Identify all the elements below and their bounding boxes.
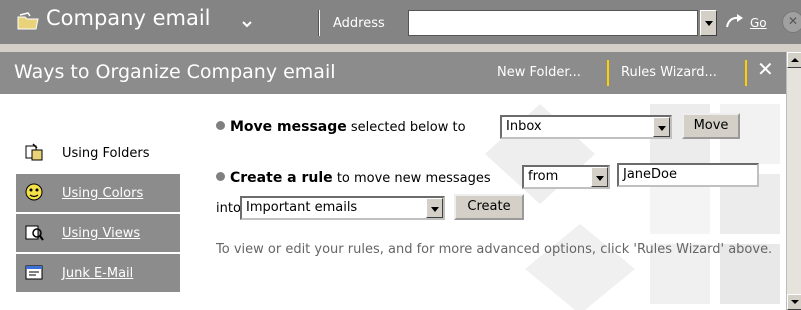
move-folder-select[interactable]: Inbox [500, 115, 672, 139]
rule-target-value: Important emails [246, 200, 358, 215]
address-label: Address [333, 16, 385, 31]
scroll-up-button[interactable] [787, 52, 801, 68]
move-message-text: selected below to [350, 120, 466, 135]
organize-pane: Using Folders Using Colors Using Views J… [0, 94, 786, 310]
create-rule-text: to move new messages [336, 171, 491, 186]
address-dropdown-button[interactable] [700, 10, 717, 36]
rules-info-text: To view or edit your rules, and for more… [216, 242, 773, 257]
go-arrow-icon[interactable] [725, 13, 745, 31]
toolbar-divider [318, 10, 320, 36]
move-folder-value: Inbox [506, 119, 542, 134]
tab-label: Using Folders [62, 146, 150, 161]
rule-condition-value: from [528, 169, 559, 184]
rule-condition-select[interactable]: from [522, 165, 610, 189]
sender-input[interactable]: JaneDoe [617, 163, 759, 187]
move-message-row: Move message selected below to [216, 119, 466, 135]
junk-mail-icon [25, 265, 43, 280]
header-divider [745, 60, 747, 86]
bullet-icon [216, 121, 225, 130]
rule-target-select[interactable]: Important emails [240, 196, 445, 220]
folder-banner: Company email Address Go [0, 0, 801, 44]
bullet-icon [216, 172, 225, 181]
create-rule-row: Create a rule to move new messages [216, 170, 491, 186]
views-icon [25, 225, 44, 241]
move-button[interactable]: Move [682, 113, 740, 139]
tab-label: Junk E-Mail [62, 266, 134, 281]
dropdown-arrow-icon[interactable] [426, 198, 443, 218]
dropdown-arrow-icon[interactable] [591, 167, 608, 187]
tab-list: Using Folders Using Colors Using Views J… [0, 94, 192, 310]
tab-junk-email[interactable]: Junk E-Mail [16, 254, 180, 292]
go-button[interactable]: Go [750, 16, 767, 30]
page-title: Ways to Organize Company email [14, 61, 336, 83]
create-button[interactable]: Create [454, 194, 524, 220]
scroll-down-button[interactable] [787, 294, 801, 310]
page-header: Ways to Organize Company email New Folde… [0, 52, 786, 94]
colors-icon [25, 183, 43, 201]
tab-label: Using Colors [62, 186, 144, 201]
close-icon[interactable] [782, 11, 801, 33]
folder-title[interactable]: Company email [46, 6, 211, 30]
folders-icon [25, 143, 43, 161]
tab-using-folders[interactable]: Using Folders [16, 134, 180, 172]
create-rule-heading: Create a rule [230, 170, 333, 186]
header-divider [607, 60, 609, 86]
chevron-down-icon[interactable] [240, 17, 254, 31]
vertical-scrollbar[interactable] [786, 52, 801, 310]
move-message-heading: Move message [230, 119, 347, 135]
dropdown-arrow-icon[interactable] [653, 117, 670, 137]
close-pane-button[interactable]: ✕ [757, 57, 774, 81]
tab-label: Using Views [62, 226, 141, 241]
address-input[interactable] [408, 10, 698, 36]
tab-using-colors[interactable]: Using Colors [16, 174, 180, 212]
new-folder-button[interactable]: New Folder... [497, 65, 581, 80]
rules-wizard-button[interactable]: Rules Wizard... [621, 65, 717, 80]
folder-icon [17, 12, 39, 30]
tab-using-views[interactable]: Using Views [16, 214, 180, 252]
into-label: into [216, 201, 241, 216]
